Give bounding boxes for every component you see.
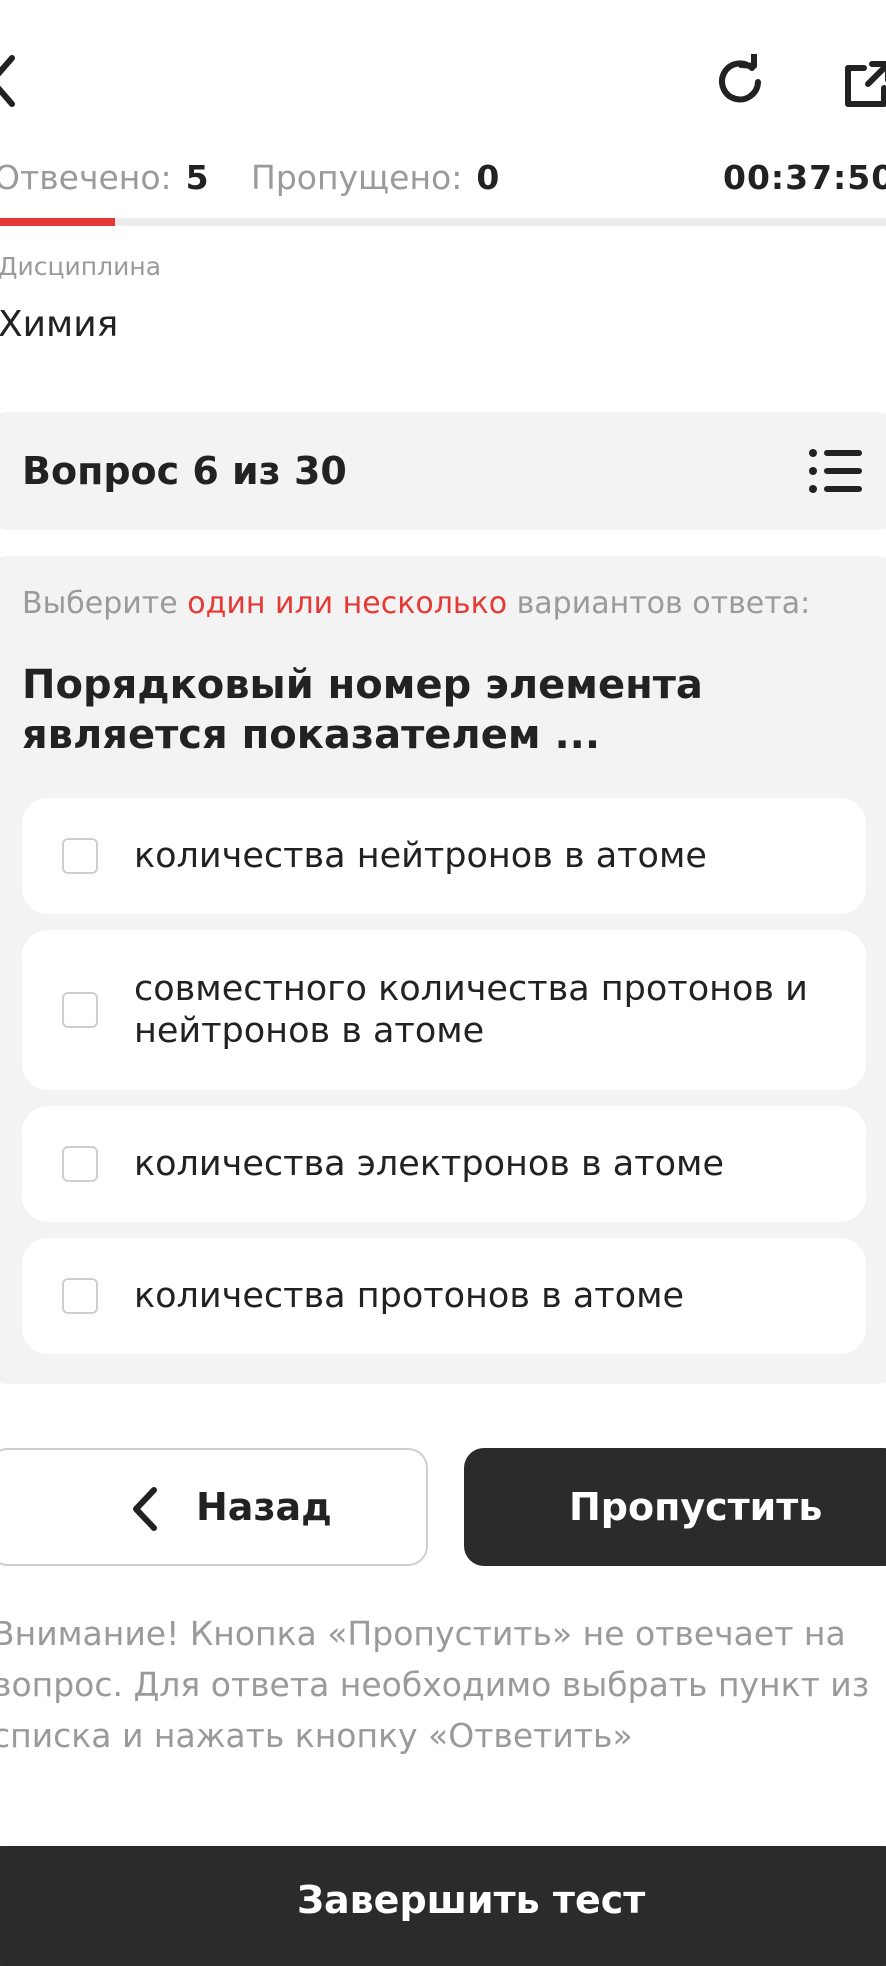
skipped-value: 0	[476, 158, 500, 197]
back-button-label: Назад	[196, 1485, 332, 1529]
option-text: количества протонов в атоме	[134, 1276, 685, 1316]
skip-button-label: Пропустить	[569, 1485, 823, 1529]
answer-option[interactable]: количества нейтронов в атоме	[22, 798, 866, 914]
answered-count: Отвечено: 5	[0, 156, 209, 200]
question-text: Порядковый номер элемента является показ…	[22, 662, 703, 758]
external-link-icon[interactable]	[842, 60, 886, 110]
skip-button[interactable]: Пропустить	[464, 1448, 886, 1566]
option-checkbox[interactable]	[62, 1278, 98, 1314]
option-checkbox[interactable]	[62, 1146, 98, 1182]
progress-fill	[0, 218, 116, 226]
instruction-suffix: вариантов ответа:	[507, 586, 811, 621]
question-number: Вопрос 6 из 30	[22, 449, 347, 493]
answer-instruction: Выберите один или несколько вариантов от…	[22, 586, 810, 621]
progress-bar	[0, 218, 886, 226]
option-text: количества нейтронов в атоме	[134, 836, 707, 876]
answer-option[interactable]: количества протонов в атоме	[22, 1238, 866, 1354]
answer-option[interactable]: количества электронов в атоме	[22, 1106, 866, 1222]
skipped-count: Пропущено: 0	[251, 156, 499, 200]
answered-value: 5	[185, 158, 209, 197]
question-header: Вопрос 6 из 30	[0, 412, 886, 530]
chevron-left-icon	[130, 1486, 160, 1532]
finish-test-button[interactable]: Завершить тест	[0, 1846, 886, 1966]
timer: 00:37:50	[723, 158, 886, 197]
skipped-label: Пропущено:	[251, 158, 463, 197]
back-icon[interactable]	[0, 54, 20, 108]
option-checkbox[interactable]	[62, 992, 98, 1028]
option-text: количества электронов в атоме	[134, 1144, 724, 1184]
finish-button-label: Завершить тест	[297, 1878, 646, 1922]
discipline-value: Химия	[0, 304, 119, 345]
back-button[interactable]: Назад	[0, 1448, 428, 1566]
refresh-icon[interactable]	[712, 54, 768, 110]
instruction-prefix: Выберите	[22, 586, 188, 621]
skip-notice: Внимание! Кнопка «Пропустить» не отвечае…	[0, 1614, 870, 1755]
answer-option[interactable]: совместного количества протонов и нейтро…	[22, 930, 866, 1090]
list-icon[interactable]	[808, 448, 862, 494]
answered-label: Отвечено:	[0, 158, 172, 197]
option-text: совместного количества протонов и нейтро…	[134, 969, 808, 1051]
discipline-label: Дисциплина	[0, 252, 162, 281]
instruction-accent: один или несколько	[187, 586, 508, 621]
option-checkbox[interactable]	[62, 838, 98, 874]
